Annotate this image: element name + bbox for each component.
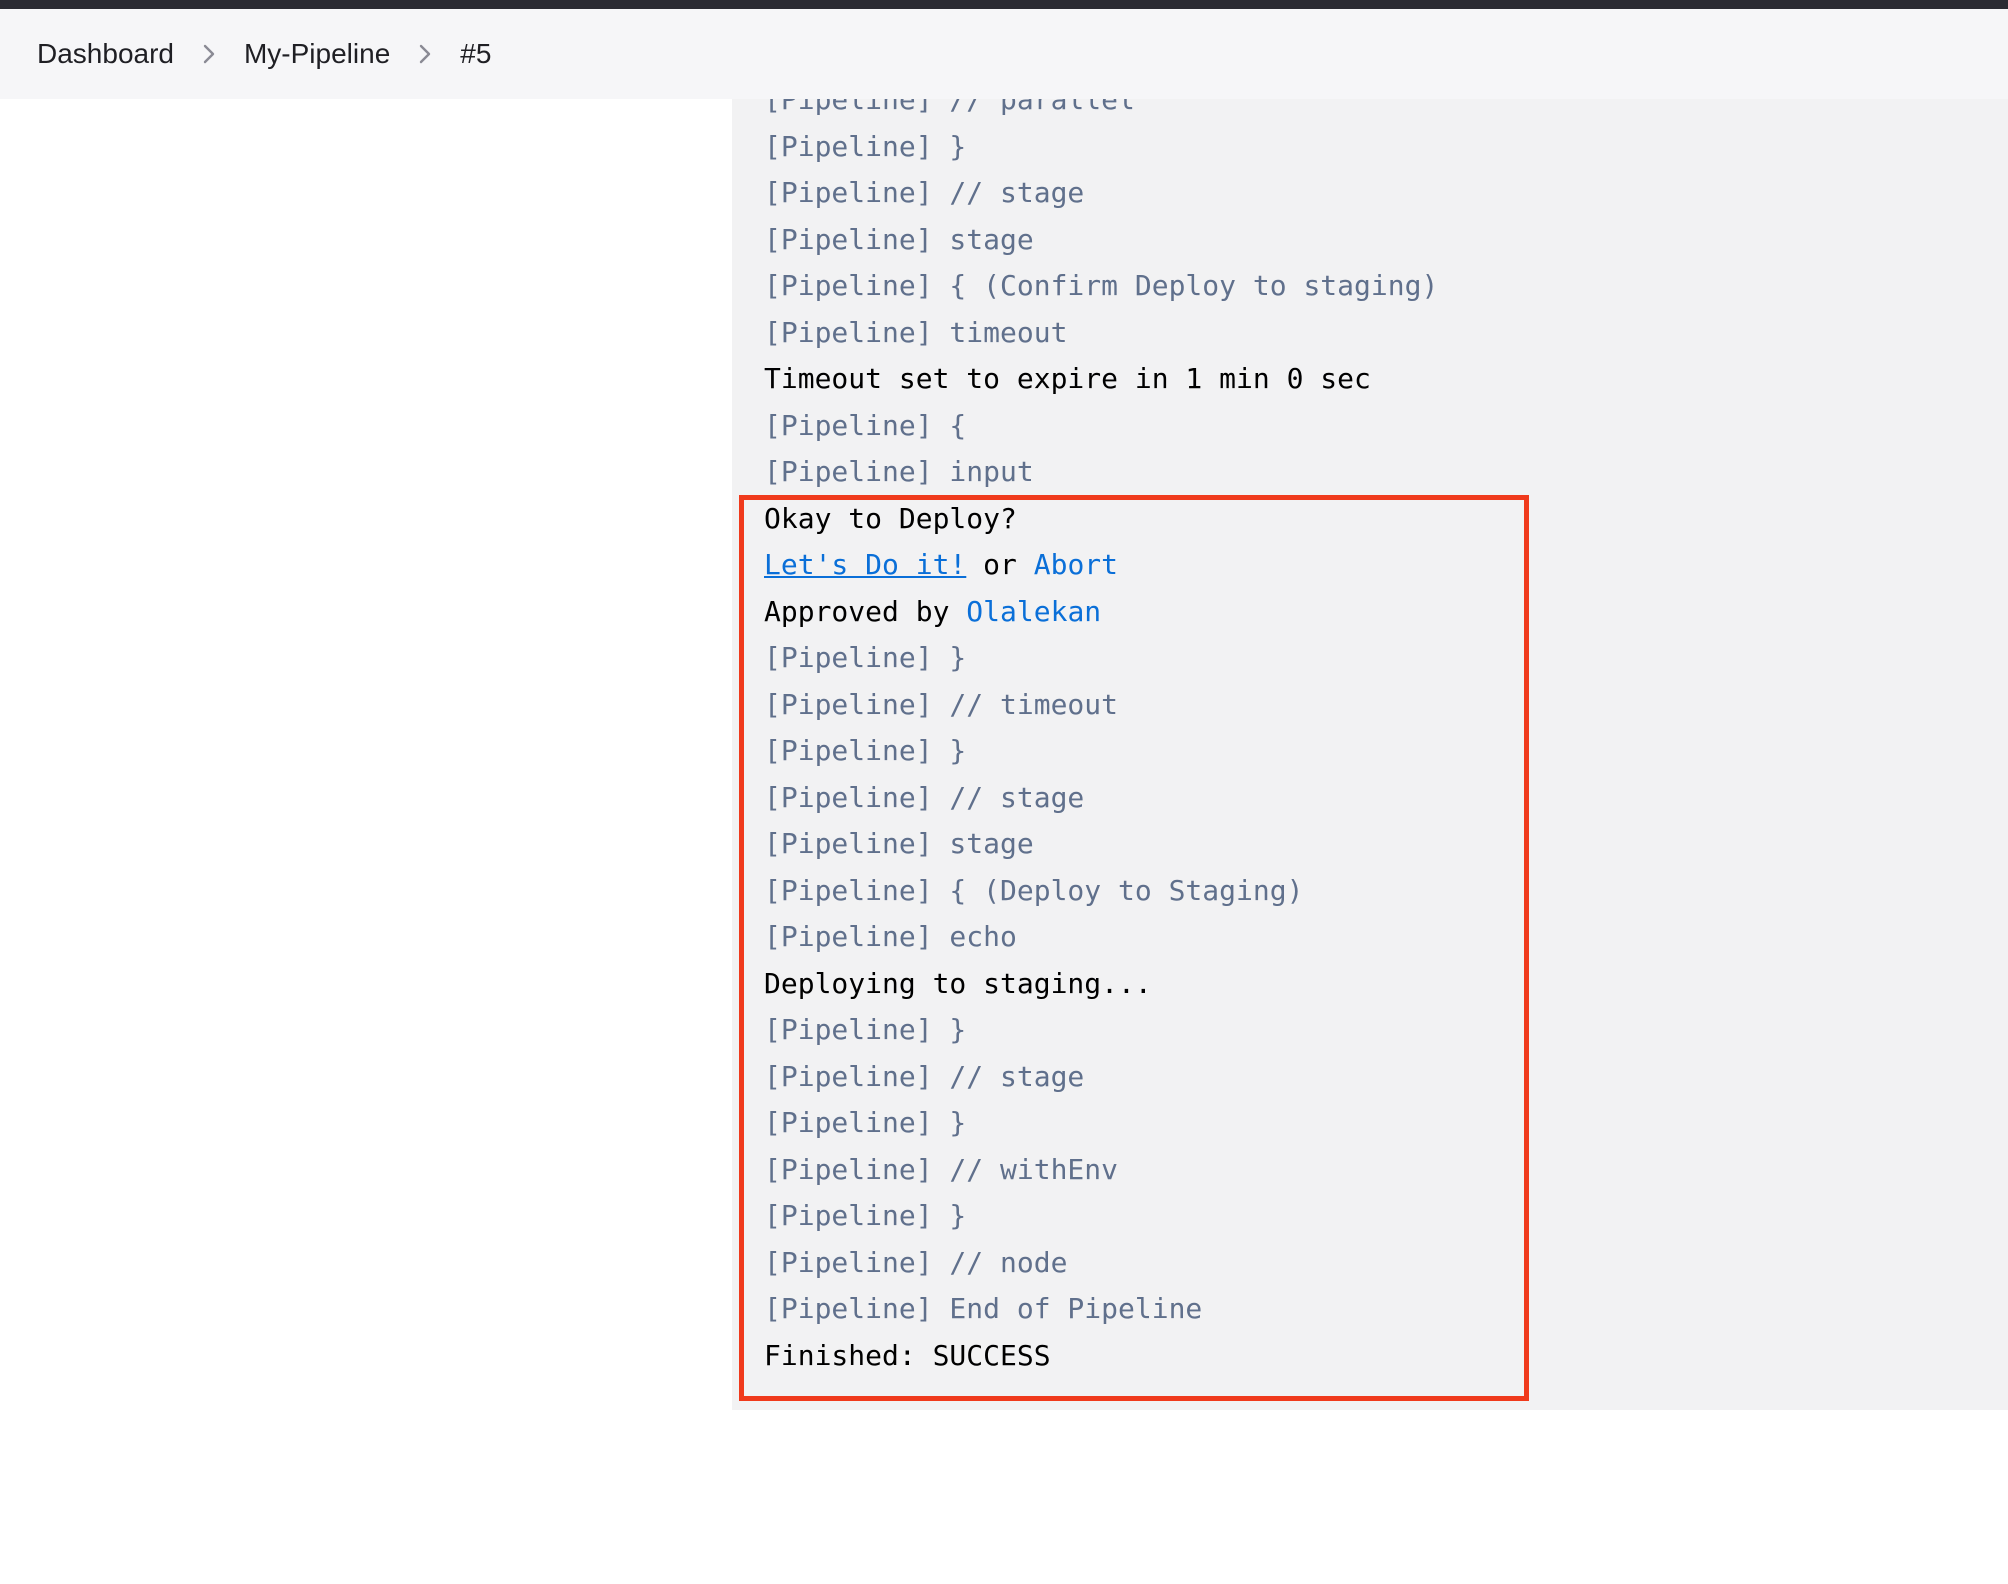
breadcrumb-dashboard[interactable]: Dashboard: [37, 38, 174, 70]
console-line: [Pipeline] }: [764, 1013, 967, 1046]
breadcrumb-build-5[interactable]: #5: [460, 38, 491, 70]
console-line: [Pipeline] }: [764, 1199, 967, 1232]
console-line: [Pipeline] stage: [764, 827, 1034, 860]
console-line: [Pipeline] // stage: [764, 176, 1085, 209]
console-line: [Pipeline] // node: [764, 1245, 1068, 1279]
console-line: [Pipeline] {: [764, 408, 967, 442]
console-line: Deploying to staging...: [764, 966, 1152, 1000]
console-line: [Pipeline] timeout: [764, 315, 1068, 349]
approved-prefix: Approved by: [764, 594, 967, 628]
top-bar: [0, 0, 2008, 9]
console-line: Timeout set to expire in 1 min 0 sec: [764, 362, 1371, 395]
console-line: [Pipeline] { (Confirm Deploy to staging): [764, 269, 1439, 302]
console-line: [Pipeline] End of Pipeline: [764, 1292, 1203, 1325]
console-line: [Pipeline] echo: [764, 920, 1017, 953]
console-line: [Pipeline] }: [764, 641, 967, 674]
console-line: [Pipeline] stage: [764, 222, 1034, 256]
console-line: [Pipeline] // stage: [764, 1059, 1085, 1093]
approver-user-link[interactable]: Olalekan: [966, 595, 1101, 628]
console-line: [Pipeline] // withEnv: [764, 1152, 1119, 1186]
console-input-prompt: Let's Do it! or Abort: [764, 542, 1438, 589]
console-line: Okay to Deploy?: [764, 501, 1017, 535]
proceed-link[interactable]: Let's Do it!: [764, 548, 966, 581]
console-line: [Pipeline] }: [764, 734, 967, 767]
console-line: [Pipeline] input: [764, 455, 1034, 488]
console-line: [Pipeline] }: [764, 129, 967, 163]
console-line: [Pipeline] // timeout: [764, 687, 1119, 721]
abort-link[interactable]: Abort: [1034, 548, 1118, 581]
console-lines: [Pipeline] // parallel [Pipeline] } [Pipel…: [764, 99, 1438, 1379]
breadcrumb: Dashboard My-Pipeline #5: [0, 9, 2008, 99]
console-line: [Pipeline] }: [764, 1106, 967, 1139]
breadcrumb-my-pipeline[interactable]: My-Pipeline: [244, 38, 390, 70]
console-line: [Pipeline] // stage: [764, 780, 1085, 814]
console-line: [Pipeline] // parallel: [764, 99, 1135, 116]
console-approved-line: Approved by Olalekan: [764, 589, 1438, 636]
or-text: or: [966, 548, 1034, 581]
console-line: [Pipeline] { (Deploy to Staging): [764, 873, 1304, 907]
chevron-right-icon: [174, 43, 244, 65]
console-output: [Pipeline] // parallel [Pipeline] } [Pipel…: [732, 99, 2008, 1410]
chevron-right-icon: [390, 43, 460, 65]
console-line: Finished: SUCCESS: [764, 1338, 1051, 1372]
